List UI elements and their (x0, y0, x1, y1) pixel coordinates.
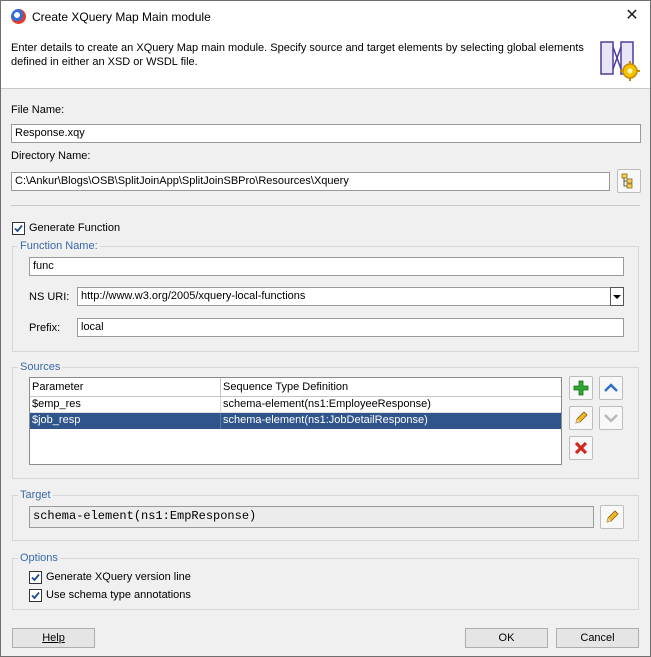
function-name-input[interactable]: func (29, 257, 624, 276)
move-down-icon (604, 414, 618, 423)
generate-function-checkbox[interactable] (12, 222, 25, 235)
checkmark-icon (31, 591, 40, 600)
delete-x-icon (574, 441, 588, 455)
table-row[interactable]: $emp_res schema-element(ns1:EmployeeResp… (30, 397, 561, 413)
column-divider (220, 397, 221, 413)
ok-button-label: OK (498, 632, 515, 644)
window-title: Create XQuery Map Main module (32, 10, 211, 24)
prefix-label: Prefix: (29, 322, 61, 334)
column-header-sequence-type[interactable]: Sequence Type Definition (223, 381, 348, 393)
function-name-group-label: Function Name: (18, 240, 100, 252)
edit-pencil-icon (606, 510, 619, 523)
version-line-checkbox[interactable] (29, 571, 42, 584)
directory-name-input[interactable]: C:\Ankur\Blogs\OSB\SplitJoinApp\SplitJoi… (11, 172, 610, 191)
xquery-map-wizard-icon (600, 41, 640, 81)
move-up-button[interactable] (599, 376, 623, 400)
browse-directory-button[interactable] (617, 169, 641, 193)
browse-folder-icon (621, 173, 633, 189)
cancel-button-label: Cancel (580, 632, 615, 644)
column-divider (220, 413, 221, 429)
checkmark-icon (14, 224, 23, 233)
definition-cell: schema-element(ns1:JobDetailResponse) (223, 414, 428, 426)
target-type-field: schema-element(ns1:EmpResponse) (29, 506, 594, 528)
parameter-cell: $emp_res (32, 398, 81, 410)
column-divider (220, 378, 221, 397)
cancel-button[interactable]: Cancel (556, 628, 639, 648)
edit-target-button[interactable] (600, 505, 624, 529)
file-name-label: File Name: (11, 104, 65, 116)
move-up-icon (604, 383, 618, 392)
checkmark-icon (31, 573, 40, 582)
generate-function-label: Generate Function (29, 222, 121, 234)
target-group-label: Target (18, 489, 53, 501)
version-line-label: Generate XQuery version line (46, 571, 191, 583)
column-header-parameter[interactable]: Parameter (32, 381, 83, 393)
definition-cell: schema-element(ns1:EmployeeResponse) (223, 398, 431, 410)
parameter-cell: $job_resp (32, 414, 81, 426)
add-source-button[interactable] (569, 376, 593, 400)
table-row[interactable]: $job_resp schema-element(ns1:JobDetailRe… (30, 413, 561, 429)
sources-table: Parameter Sequence Type Definition $emp_… (29, 377, 562, 465)
add-plus-icon (573, 380, 589, 396)
ok-button[interactable]: OK (465, 628, 548, 648)
ns-uri-label: NS URI: (29, 291, 70, 303)
schema-annotations-label: Use schema type annotations (46, 589, 191, 601)
close-icon[interactable]: ✕ (618, 3, 646, 29)
options-group (12, 558, 639, 610)
ns-uri-dropdown-button[interactable] (610, 287, 624, 306)
help-button[interactable]: Help (12, 628, 95, 648)
edit-pencil-icon (575, 411, 588, 424)
chevron-down-icon (613, 295, 621, 299)
schema-annotations-checkbox[interactable] (29, 589, 42, 602)
separator (11, 205, 640, 206)
file-name-input[interactable]: Response.xqy (11, 124, 641, 143)
directory-name-label: Directory Name: (11, 150, 91, 162)
options-group-label: Options (18, 552, 60, 564)
title-bar: Create XQuery Map Main module ✕ (1, 1, 650, 32)
edit-source-button[interactable] (569, 406, 593, 430)
move-down-button[interactable] (599, 406, 623, 430)
sources-group-label: Sources (18, 361, 63, 373)
dialog-window: Create XQuery Map Main module ✕ Enter de… (0, 0, 651, 657)
dialog-description: Enter details to create an XQuery Map ma… (11, 42, 584, 68)
delete-source-button[interactable] (569, 436, 593, 460)
ns-uri-combo[interactable]: http://www.w3.org/2005/xquery-local-func… (77, 287, 611, 306)
header-panel: Enter details to create an XQuery Map ma… (1, 32, 650, 89)
prefix-input[interactable]: local (77, 318, 624, 337)
help-button-label: Help (42, 632, 65, 644)
app-logo-icon (11, 9, 26, 24)
sources-table-header: Parameter Sequence Type Definition (30, 378, 561, 397)
